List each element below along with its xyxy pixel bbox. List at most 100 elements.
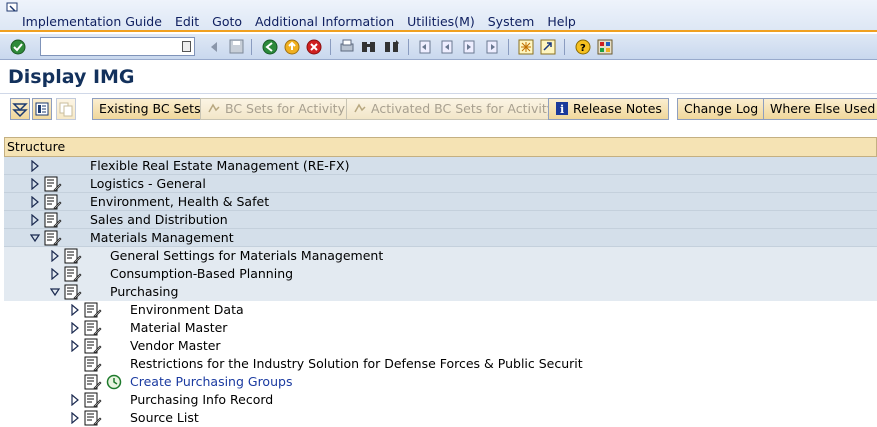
activated-bc-sets-label: Activated BC Sets for Activity [371,101,555,116]
expand-node-icon[interactable] [30,160,40,172]
attachment-button[interactable] [56,98,76,120]
expand-node-icon[interactable] [70,394,80,406]
menu-system[interactable]: System [488,14,535,29]
command-history-dropdown-icon[interactable] [182,41,191,52]
bc-sets-for-activity-label: BC Sets for Activity [225,101,345,116]
print-icon[interactable] [338,38,355,55]
previous-page-icon[interactable] [438,38,455,55]
documentation-icon[interactable] [64,284,82,300]
documentation-icon[interactable] [84,356,102,372]
last-page-icon[interactable] [483,38,500,55]
tree-node[interactable]: Consumption-Based Planning [4,265,877,283]
tree-node-label[interactable]: Environment Data [130,301,244,319]
documentation-icon[interactable] [44,212,62,228]
menu-help[interactable]: Help [547,14,576,29]
next-page-icon[interactable] [460,38,477,55]
tree-node-label[interactable]: Create Purchasing Groups [130,373,292,391]
tree-node[interactable]: Environment, Health & Safet [4,193,877,211]
back-green-icon[interactable] [261,38,278,55]
tree-node[interactable]: Flexible Real Estate Management (RE-FX) [4,157,877,175]
activated-bc-set-icon [354,103,366,113]
tree-node-label[interactable]: Purchasing [110,283,178,301]
documentation-icon[interactable] [64,248,82,264]
activated-bc-sets-button[interactable]: Activated BC Sets for Activity [346,98,562,120]
tree-node-label[interactable]: Materials Management [90,229,234,247]
shortcut-icon[interactable] [539,38,556,55]
tree-node-label[interactable]: Purchasing Info Record [130,391,273,409]
exit-icon[interactable] [283,38,300,55]
documentation-icon[interactable] [84,302,102,318]
menu-utilities[interactable]: Utilities(M) [407,14,475,29]
where-else-used-button[interactable]: Where Else Used [763,98,877,120]
tree-node[interactable]: Logistics - General [4,175,877,193]
expand-node-icon[interactable] [70,322,80,334]
menu-edit[interactable]: Edit [175,14,199,29]
documentation-icon[interactable] [84,392,102,408]
tree-node[interactable]: Restrictions for the Industry Solution f… [4,355,877,373]
expand-all-button[interactable] [10,98,30,120]
tree-node-label[interactable]: Source List [130,409,199,427]
first-page-icon[interactable] [416,38,433,55]
collapse-node-icon[interactable] [30,232,40,244]
back-icon[interactable] [205,38,222,55]
tree-node[interactable]: Sales and Distribution [4,211,877,229]
tree-node-label[interactable]: Consumption-Based Planning [110,265,293,283]
expand-node-icon[interactable] [50,268,60,280]
tree-node[interactable]: Purchasing Info Record [4,391,877,409]
layout-icon[interactable] [596,38,613,55]
tree-node[interactable]: Source List [4,409,877,427]
tree-node[interactable]: Purchasing [4,283,877,301]
bc-sets-for-activity-button[interactable]: BC Sets for Activity [200,98,352,120]
tree-node[interactable]: General Settings for Materials Managemen… [4,247,877,265]
find-icon[interactable] [360,38,377,55]
tree-node[interactable]: Material Master [4,319,877,337]
menu-additional-information[interactable]: Additional Information [255,14,394,29]
tree-node-label[interactable]: Logistics - General [90,175,206,193]
collapse-node-icon[interactable] [50,286,60,298]
command-field[interactable] [40,37,195,56]
expand-node-icon[interactable] [70,304,80,316]
tree-node[interactable]: Vendor Master [4,337,877,355]
documentation-icon[interactable] [44,194,62,210]
enter-icon[interactable] [9,38,26,55]
display-documentation-button[interactable] [32,98,52,120]
documentation-icon[interactable] [84,338,102,354]
release-notes-button[interactable]: i Release Notes [548,98,669,120]
tree-node[interactable]: Materials Management [4,229,877,247]
tree-node[interactable]: Create Purchasing Groups [4,373,877,391]
svg-text:i: i [560,103,564,115]
tree-node-label[interactable]: Sales and Distribution [90,211,228,229]
menu-goto[interactable]: Goto [212,14,242,29]
cancel-icon[interactable] [305,38,322,55]
expand-node-icon[interactable] [30,178,40,190]
documentation-icon [35,102,49,116]
tree-node-label[interactable]: General Settings for Materials Managemen… [110,247,383,265]
existing-bc-sets-button[interactable]: Existing BC Sets [92,98,208,120]
documentation-icon[interactable] [44,176,62,192]
create-session-icon[interactable] [517,38,534,55]
expand-node-icon[interactable] [30,214,40,226]
menu-implementation-guide[interactable]: Implementation Guide [22,14,162,29]
find-next-icon[interactable] [383,38,400,55]
help-icon[interactable]: ? [574,38,591,55]
documentation-icon[interactable] [64,266,82,282]
expand-node-icon[interactable] [70,412,80,424]
system-menu-icon[interactable] [6,2,20,14]
expand-node-icon[interactable] [30,196,40,208]
tree-node-label[interactable]: Restrictions for the Industry Solution f… [130,355,583,373]
documentation-icon[interactable] [44,230,62,246]
img-structure-tree: Flexible Real Estate Management (RE-FX) L… [4,157,877,427]
tree-node-label[interactable]: Environment, Health & Safet [90,193,269,211]
tree-node[interactable]: Environment Data [4,301,877,319]
execute-activity-icon[interactable] [106,374,122,390]
documentation-icon[interactable] [84,374,102,390]
documentation-icon[interactable] [84,320,102,336]
expand-node-icon[interactable] [70,340,80,352]
change-log-button[interactable]: Change Log [677,98,766,120]
tree-node-label[interactable]: Material Master [130,319,227,337]
save-icon[interactable] [228,38,245,55]
tree-node-label[interactable]: Vendor Master [130,337,221,355]
expand-node-icon[interactable] [50,250,60,262]
tree-node-label[interactable]: Flexible Real Estate Management (RE-FX) [90,157,349,175]
documentation-icon[interactable] [84,410,102,426]
